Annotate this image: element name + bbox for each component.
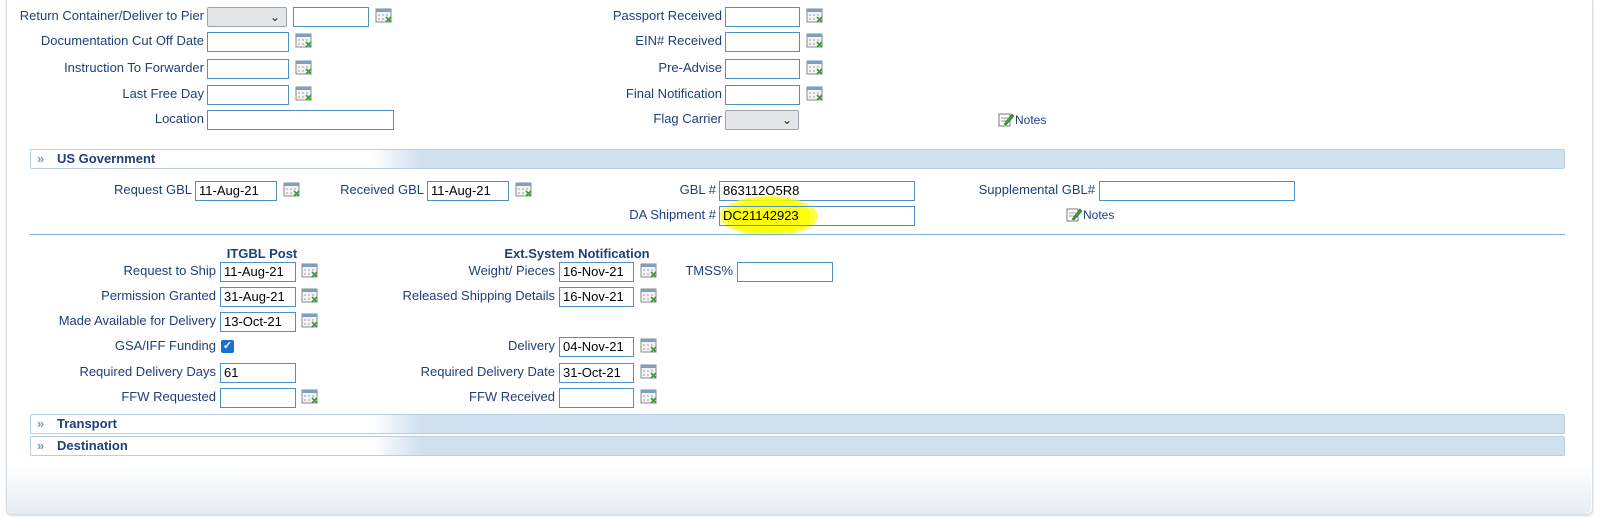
calendar-icon[interactable] [806, 59, 826, 77]
request-to-ship-input[interactable]: 11-Aug-21 [220, 262, 296, 282]
received-gbl-label: Received GBL [340, 182, 424, 197]
ffw-received-label: FFW Received [469, 389, 555, 404]
section-us-government[interactable]: » US Government [30, 149, 1565, 169]
calendar-icon[interactable] [640, 287, 660, 305]
calendar-icon[interactable] [301, 388, 321, 406]
chevron-down-icon: ⌄ [269, 10, 280, 24]
released-shipping-label: Released Shipping Details [402, 288, 555, 303]
section-title: Transport [57, 416, 117, 431]
notes-icon [998, 113, 1014, 127]
required-delivery-date-label: Required Delivery Date [420, 364, 555, 379]
supplemental-gbl-label: Supplemental GBL# [978, 182, 1095, 197]
supplemental-gbl-input[interactable] [1099, 181, 1295, 201]
expand-arrow-icon: » [37, 438, 44, 453]
section-destination[interactable]: » Destination [30, 436, 1565, 456]
made-available-label: Made Available for Delivery [58, 313, 216, 328]
tmss-label: TMSS% [685, 263, 733, 278]
panel-footer [7, 464, 1591, 514]
calendar-icon[interactable] [806, 7, 826, 25]
permission-granted-input[interactable]: 31-Aug-21 [220, 287, 296, 307]
final-notification-input[interactable] [725, 85, 800, 105]
calendar-icon[interactable] [283, 181, 303, 199]
required-delivery-days-label: Required Delivery Days [79, 364, 216, 379]
tmss-input[interactable] [737, 262, 833, 282]
calendar-icon[interactable] [295, 32, 315, 50]
request-to-ship-label: Request to Ship [123, 263, 216, 278]
received-gbl-input[interactable]: 11-Aug-21 [427, 181, 509, 201]
calendar-icon[interactable] [515, 181, 535, 199]
expand-arrow-icon: » [37, 416, 44, 431]
instruction-forwarder-input[interactable] [207, 59, 289, 79]
da-shipment-input[interactable]: DC21142923 [719, 206, 915, 226]
calendar-icon[interactable] [806, 32, 826, 50]
flag-carrier-select[interactable]: ⌄ [725, 110, 799, 130]
section-divider [30, 234, 1565, 235]
doc-cutoff-label: Documentation Cut Off Date [40, 33, 204, 48]
calendar-icon[interactable] [301, 312, 321, 330]
ffw-requested-label: FFW Requested [121, 389, 216, 404]
permission-granted-label: Permission Granted [101, 288, 216, 303]
required-delivery-date-input[interactable]: 31-Oct-21 [559, 363, 634, 383]
request-gbl-input[interactable]: 11-Aug-21 [195, 181, 277, 201]
delivery-label: Delivery [508, 338, 555, 353]
chevron-down-icon: ⌄ [781, 113, 792, 127]
final-notification-label: Final Notification [625, 86, 722, 101]
pre-advise-label: Pre-Advise [658, 60, 722, 75]
calendar-icon[interactable] [640, 388, 660, 406]
calendar-icon[interactable] [301, 262, 321, 280]
calendar-icon[interactable] [295, 59, 315, 77]
expand-arrow-icon: » [37, 151, 44, 166]
notes-label: Notes [1083, 207, 1115, 222]
weight-pieces-label: Weight/ Pieces [468, 263, 555, 278]
pre-advise-input[interactable] [725, 59, 800, 79]
last-free-day-label: Last Free Day [122, 86, 204, 101]
last-free-day-input[interactable] [207, 85, 289, 105]
return-container-label: Return Container/Deliver to Pier [19, 8, 204, 23]
gsa-funding-checkbox[interactable]: ✓ [221, 340, 234, 353]
section-title: Destination [57, 438, 128, 453]
da-shipment-label: DA Shipment # [629, 207, 716, 222]
ext-system-heading: Ext.System Notification [504, 246, 650, 261]
calendar-icon[interactable] [806, 85, 826, 103]
notes-icon [1066, 208, 1082, 222]
calendar-icon[interactable] [640, 363, 660, 381]
calendar-icon[interactable] [640, 337, 660, 355]
location-label: Location [154, 111, 204, 126]
notes-label: Notes [1015, 112, 1047, 127]
calendar-icon[interactable] [295, 85, 315, 103]
passport-received-input[interactable] [725, 7, 800, 27]
ffw-requested-input[interactable] [220, 388, 296, 408]
ein-received-input[interactable] [725, 32, 800, 52]
section-transport[interactable]: » Transport [30, 414, 1565, 434]
required-delivery-days-input[interactable]: 61 [220, 363, 296, 383]
location-input[interactable] [207, 110, 394, 130]
doc-cutoff-input[interactable] [207, 32, 289, 52]
section-title: US Government [57, 151, 156, 166]
calendar-icon[interactable] [301, 287, 321, 305]
flag-carrier-label: Flag Carrier [653, 111, 722, 126]
made-available-input[interactable]: 13-Oct-21 [220, 312, 296, 332]
notes-link[interactable]: Notes [998, 112, 1046, 127]
passport-received-label: Passport Received [612, 8, 722, 23]
instruction-forwarder-label: Instruction To Forwarder [64, 60, 204, 75]
return-container-date-input[interactable] [293, 7, 369, 27]
gsa-funding-label: GSA/IFF Funding [114, 338, 216, 353]
gbl-number-label: GBL # [679, 182, 716, 197]
calendar-icon[interactable] [375, 7, 395, 25]
request-gbl-label: Request GBL [113, 182, 192, 197]
ffw-received-input[interactable] [559, 388, 634, 408]
released-shipping-input[interactable]: 16-Nov-21 [559, 287, 634, 307]
weight-pieces-input[interactable]: 16-Nov-21 [559, 262, 634, 282]
return-container-select[interactable]: ⌄ [207, 7, 287, 27]
delivery-input[interactable]: 04-Nov-21 [559, 337, 634, 357]
itgbl-post-heading: ITGBL Post [226, 246, 298, 261]
notes-link[interactable]: Notes [1066, 207, 1114, 222]
ein-received-label: EIN# Received [635, 33, 722, 48]
calendar-icon[interactable] [640, 262, 660, 280]
